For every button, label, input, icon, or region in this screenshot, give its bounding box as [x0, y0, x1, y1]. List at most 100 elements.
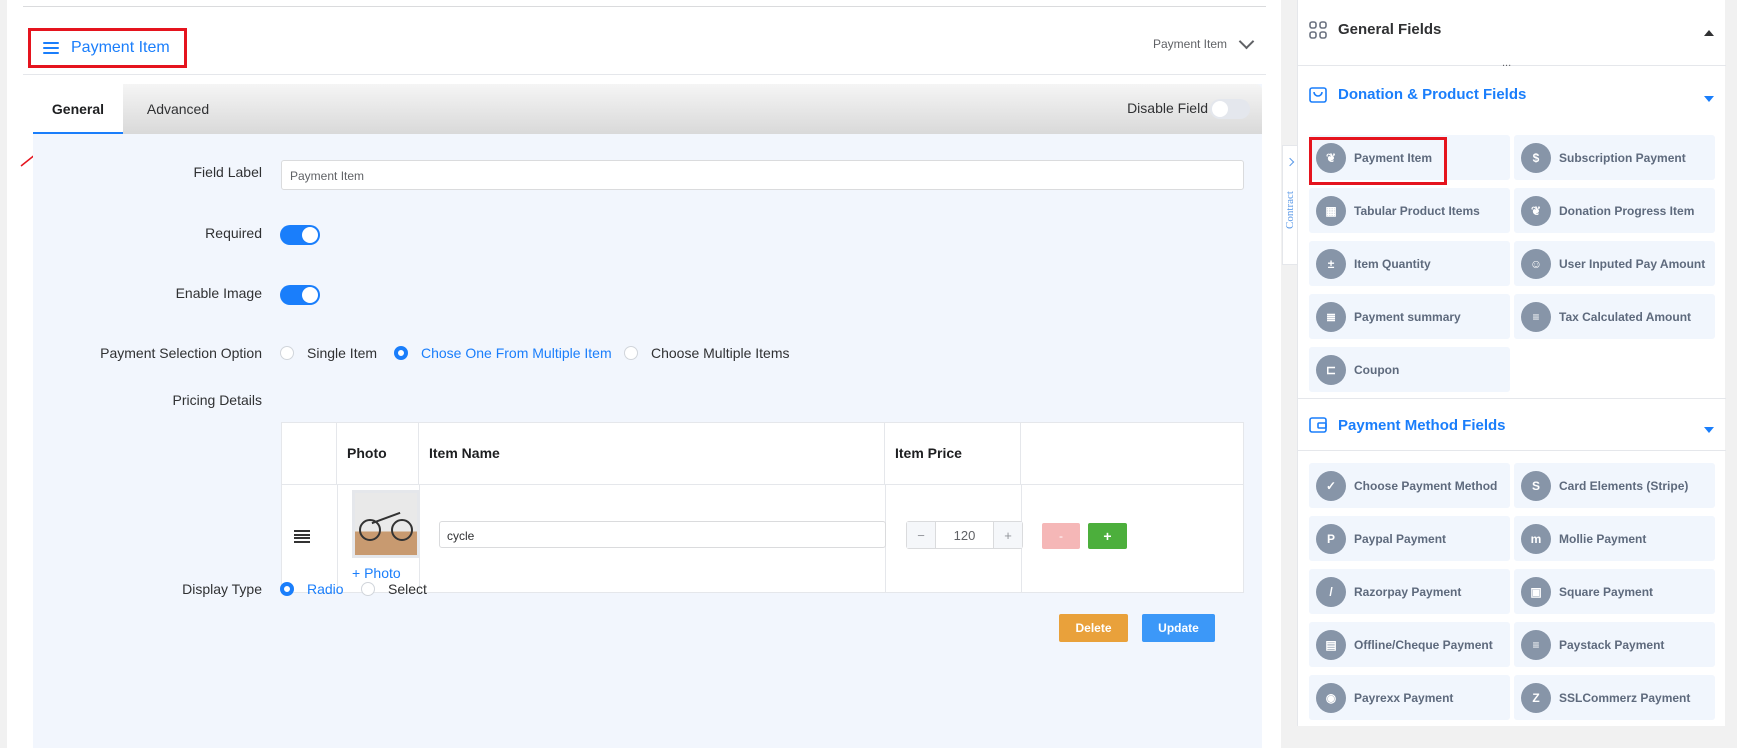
divider [23, 6, 1266, 7]
divider [282, 484, 1243, 485]
editor-area: Payment Item Payment Item General Advanc… [7, 0, 1281, 748]
caret-up-icon [1704, 30, 1714, 36]
radio-display-select[interactable]: Select [361, 581, 427, 597]
table-header-drag [282, 423, 337, 484]
field-sidebar: General Fields ... Donation & Product Fi… [1297, 0, 1726, 726]
tab-advanced[interactable]: Advanced [123, 84, 233, 134]
item-photo[interactable] [352, 490, 420, 558]
tab-bar: General Advanced Disable Field [33, 84, 1262, 134]
field-paypal-payment[interactable]: P Paypal Payment [1309, 516, 1510, 561]
contract-label: Contract [1284, 191, 1296, 229]
item-name-input[interactable]: cycle [439, 521, 886, 548]
field-payment-summary[interactable]: ≣ Payment summary [1309, 294, 1510, 339]
coupon-icon: ⊏ [1316, 354, 1346, 385]
field-offline-cheque-payment[interactable]: ▤ Offline/Cheque Payment [1309, 622, 1510, 667]
radio-chose-one[interactable]: Chose One From Multiple Item [394, 345, 612, 361]
user-circle-icon: ☺ [1521, 248, 1551, 279]
field-coupon[interactable]: ⊏ Coupon [1309, 347, 1510, 392]
field-item-quantity[interactable]: ± Item Quantity [1309, 241, 1510, 286]
radio-icon [624, 346, 638, 360]
plant-icon: ❦ [1521, 195, 1551, 226]
table-header-item-name: Item Name [419, 423, 885, 484]
dollar-circle-icon: $ [1521, 142, 1551, 173]
radio-single-item[interactable]: Single Item [280, 345, 377, 361]
shopping-bag-icon [1309, 87, 1327, 103]
plus-minus-icon: ± [1316, 248, 1346, 279]
item-price-stepper[interactable]: − 120 + [906, 521, 1023, 549]
caret-down-icon [1704, 96, 1714, 102]
field-subscription-payment[interactable]: $ Subscription Payment [1514, 135, 1715, 180]
required-label: Required [205, 225, 262, 241]
drag-handle-icon[interactable] [294, 530, 310, 543]
field-choose-payment-method[interactable]: ✓ Choose Payment Method [1309, 463, 1510, 508]
paypal-icon: P [1316, 523, 1346, 554]
chevron-down-icon [1238, 33, 1255, 49]
general-fields-section[interactable]: General Fields ... [1298, 0, 1726, 69]
radio-icon [280, 346, 294, 360]
divider [1298, 450, 1726, 451]
document-icon: ≣ [1316, 301, 1346, 332]
payrexx-icon: ◉ [1316, 682, 1346, 713]
field-title: Payment Item [71, 39, 170, 56]
field-sslcommerz-payment[interactable]: Z SSLCommerz Payment [1514, 675, 1715, 720]
square-icon: ▣ [1521, 576, 1551, 607]
radio-checked-icon [394, 346, 408, 360]
divider [337, 484, 338, 593]
page: Payment Item Payment Item General Advanc… [0, 0, 1737, 748]
required-toggle[interactable] [280, 225, 320, 245]
decrement-button[interactable]: − [907, 522, 935, 548]
field-paystack-payment[interactable]: ≡ Paystack Payment [1514, 622, 1715, 667]
field-label-input[interactable]: Payment Item [281, 160, 1244, 190]
field-payrexx-payment[interactable]: ◉ Payrexx Payment [1309, 675, 1510, 720]
radio-multiple-items[interactable]: Choose Multiple Items [624, 345, 790, 361]
update-button[interactable]: Update [1142, 614, 1215, 642]
menu-icon [43, 42, 59, 54]
display-type-label: Display Type [182, 581, 262, 597]
remove-row-button[interactable]: - [1042, 523, 1080, 549]
disable-field-toggle[interactable] [1210, 99, 1250, 119]
payment-selection-label: Payment Selection Option [100, 345, 262, 361]
delete-button[interactable]: Delete [1059, 614, 1128, 642]
field-card-elements-stripe[interactable]: S Card Elements (Stripe) [1514, 463, 1715, 508]
chevron-right-icon [1285, 157, 1295, 167]
payment-method-section: Payment Method Fields [1298, 399, 1726, 450]
table-header-photo: Photo [337, 423, 419, 484]
add-row-button[interactable]: + [1088, 523, 1127, 549]
table-header-item-price: Item Price [885, 423, 1021, 484]
highlight-box [1309, 137, 1447, 185]
contract-toggle[interactable]: Contract [1282, 145, 1297, 265]
enable-image-toggle[interactable] [280, 285, 320, 305]
field-tax-calculated-amount[interactable]: ≡ Tax Calculated Amount [1514, 294, 1715, 339]
radio-display-radio[interactable]: Radio [280, 581, 344, 597]
field-header: Payment Item Payment Item [23, 22, 1266, 75]
razorpay-icon: / [1316, 576, 1346, 607]
radio-icon [361, 582, 375, 596]
field-user-inputed-pay-amount[interactable]: ☺ User Inputed Pay Amount [1514, 241, 1715, 286]
field-donation-progress-item[interactable]: ❦ Donation Progress Item [1514, 188, 1715, 233]
field-title-box[interactable]: Payment Item [28, 28, 187, 68]
settings-panel: General Advanced Disable Field Field Lab… [33, 84, 1262, 748]
stripe-icon: S [1521, 470, 1551, 501]
disable-field-label: Disable Field [1127, 100, 1208, 116]
wallet-icon [1309, 417, 1327, 433]
item-price-value[interactable]: 120 [935, 522, 994, 548]
payment-method-title[interactable]: Payment Method Fields [1338, 417, 1506, 434]
field-square-payment[interactable]: ▣ Square Payment [1514, 569, 1715, 614]
pricing-table: Photo Item Name Item Price + Photo cycle… [281, 422, 1244, 593]
field-razorpay-payment[interactable]: / Razorpay Payment [1309, 569, 1510, 614]
sslcommerz-icon: Z [1521, 682, 1551, 713]
check-card-icon: ✓ [1316, 470, 1346, 501]
field-tabular-product-items[interactable]: ▦ Tabular Product Items [1309, 188, 1510, 233]
pricing-details-label: Pricing Details [172, 392, 262, 408]
donation-product-title[interactable]: Donation & Product Fields [1338, 86, 1526, 103]
field-toggle[interactable]: Payment Item [1152, 33, 1255, 51]
increment-button[interactable]: + [994, 522, 1022, 548]
grid-icon [1309, 21, 1327, 39]
paystack-icon: ≡ [1521, 629, 1551, 660]
add-photo-link[interactable]: + Photo [352, 565, 401, 581]
radio-checked-icon [280, 582, 294, 596]
field-mollie-payment[interactable]: m Mollie Payment [1514, 516, 1715, 561]
caret-down-icon [1704, 427, 1714, 433]
field-type-label: Payment Item [1152, 37, 1227, 51]
tab-general[interactable]: General [33, 84, 123, 134]
